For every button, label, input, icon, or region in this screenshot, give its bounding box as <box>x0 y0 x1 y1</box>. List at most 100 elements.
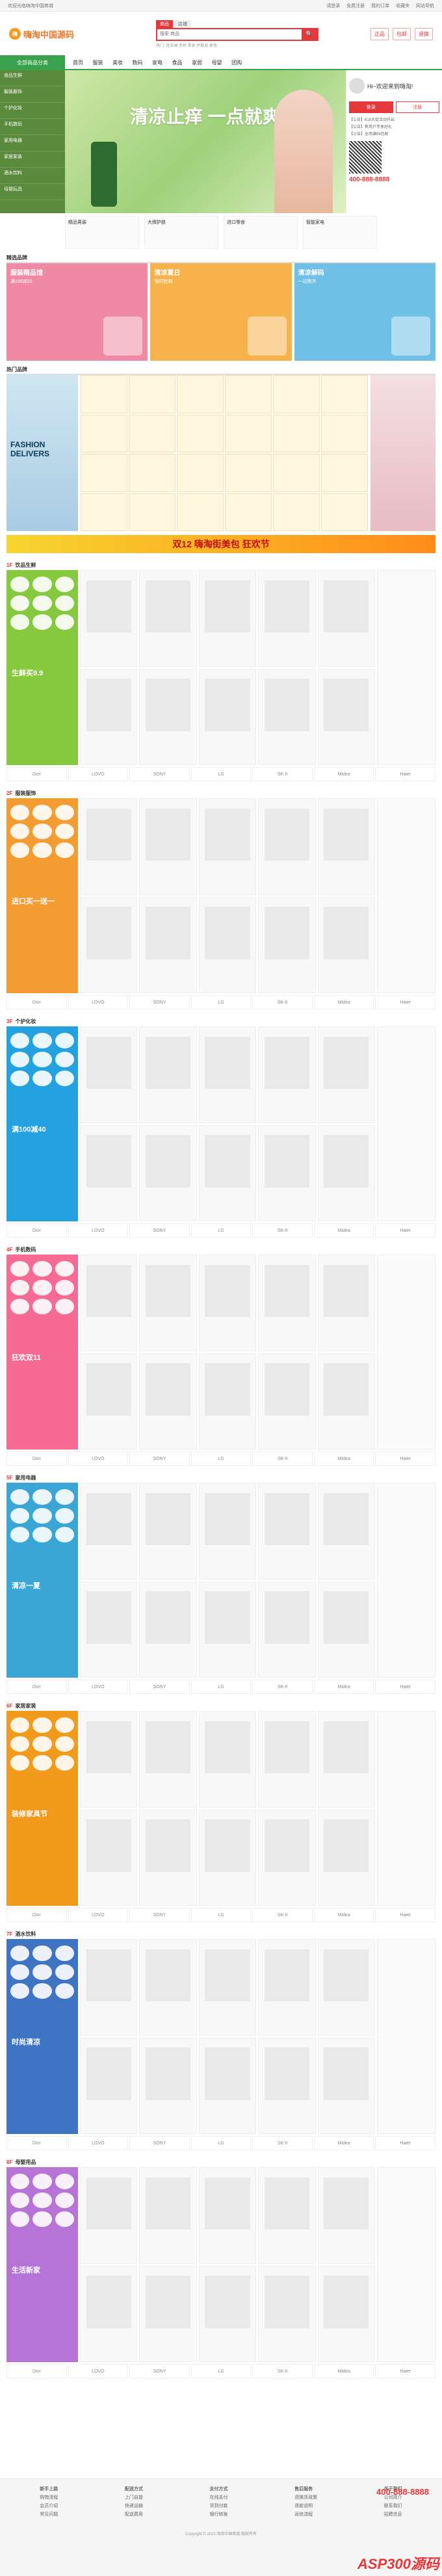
product-card[interactable] <box>317 1711 375 1808</box>
floor-side-ad[interactable] <box>377 1026 436 1221</box>
floor-name[interactable]: 服装服饰 <box>15 790 36 797</box>
product-card[interactable] <box>198 1711 257 1808</box>
product-card[interactable] <box>139 1353 197 1450</box>
product-card[interactable] <box>198 1255 257 1351</box>
category-bubble[interactable] <box>32 824 52 839</box>
category-bubble[interactable] <box>10 2192 30 2208</box>
brand-logo[interactable]: SONY <box>129 2136 190 2150</box>
product-card[interactable] <box>80 1939 138 2036</box>
product-card[interactable] <box>139 1026 197 1123</box>
site-nav-link[interactable]: 网站导航 <box>416 4 434 8</box>
category-bubble[interactable] <box>55 1508 74 1524</box>
product-card[interactable] <box>258 2037 316 2134</box>
footer-link[interactable]: 货到付款 <box>209 2503 228 2509</box>
product-card[interactable] <box>80 1255 138 1351</box>
category-bubble[interactable] <box>10 1736 30 1752</box>
category-bubble[interactable] <box>55 1945 74 1961</box>
floor-side-ad[interactable] <box>377 1255 436 1450</box>
login-button[interactable]: 登录 <box>349 101 393 113</box>
brand-cell[interactable] <box>81 493 127 531</box>
sub-hero-card[interactable]: 智能家电 <box>303 216 377 249</box>
product-card[interactable] <box>258 1353 316 1450</box>
category-bubble[interactable] <box>10 595 30 611</box>
category-bubble[interactable] <box>10 842 30 858</box>
brand-logo[interactable]: LOVO <box>68 995 129 1009</box>
category-bubble[interactable] <box>55 577 74 592</box>
floor-promo-panel[interactable]: 满100减40 <box>6 1026 78 1221</box>
brand-logo[interactable]: SK-II <box>252 1680 313 1694</box>
product-card[interactable] <box>258 668 316 765</box>
floor-promo-panel[interactable]: 生活新家 <box>6 2167 78 2362</box>
category-bubble[interactable] <box>10 1983 30 1999</box>
product-card[interactable] <box>139 1809 197 1906</box>
search-tab-shop[interactable]: 店铺 <box>174 20 191 28</box>
category-bubble[interactable] <box>10 577 30 592</box>
brand-logo[interactable]: LG <box>190 1680 252 1694</box>
category-bubble[interactable] <box>55 1527 74 1542</box>
category-bubble[interactable] <box>55 1489 74 1505</box>
product-card[interactable] <box>317 896 375 993</box>
product-card[interactable] <box>80 1353 138 1450</box>
search-tab-goods[interactable]: 商品 <box>156 20 173 28</box>
category-bubble[interactable] <box>32 1071 52 1086</box>
product-card[interactable] <box>317 570 375 667</box>
floor-side-ad[interactable] <box>377 570 436 765</box>
product-card[interactable] <box>198 2037 257 2134</box>
brand-logo[interactable]: Haier <box>375 767 436 781</box>
brand-logo[interactable]: LOVO <box>68 1680 129 1694</box>
category-bubble[interactable] <box>10 1052 30 1067</box>
all-categories-button[interactable]: 全部商品分类 <box>0 55 65 70</box>
brand-cell[interactable] <box>81 375 127 413</box>
product-card[interactable] <box>80 1026 138 1123</box>
sub-hero-card[interactable]: 大牌护肤 <box>144 216 218 249</box>
category-bubble[interactable] <box>32 1717 52 1733</box>
brand-logo[interactable]: Haier <box>375 1223 436 1238</box>
orders-link[interactable]: 我的订单 <box>371 4 389 8</box>
brand-cell[interactable] <box>177 414 224 452</box>
category-bubble[interactable] <box>10 2211 30 2227</box>
product-card[interactable] <box>139 798 197 895</box>
product-card[interactable] <box>258 1581 316 1678</box>
brand-cell[interactable] <box>81 414 127 452</box>
category-bubble[interactable] <box>10 824 30 839</box>
brand-logo[interactable]: Midea <box>313 1451 374 1466</box>
nav-item-appliance[interactable]: 家电 <box>152 60 162 66</box>
brand-logo[interactable]: LOVO <box>68 767 129 781</box>
featured-card[interactable]: 清凉解码 一站购齐 <box>294 263 436 361</box>
brand-logo[interactable]: LG <box>190 2364 252 2378</box>
category-bubble[interactable] <box>32 2211 52 2227</box>
brand-cell[interactable] <box>225 493 272 531</box>
category-bubble[interactable] <box>10 1280 30 1295</box>
category-bubble[interactable] <box>55 1736 74 1752</box>
product-card[interactable] <box>198 668 257 765</box>
category-bubble[interactable] <box>10 614 30 630</box>
featured-card[interactable]: 服装精品馆 满199减50 <box>6 263 148 361</box>
category-bubble[interactable] <box>32 1280 52 1295</box>
brand-logo[interactable]: LG <box>190 1223 252 1238</box>
product-card[interactable] <box>317 1581 375 1678</box>
product-card[interactable] <box>317 2037 375 2134</box>
product-card[interactable] <box>80 2265 138 2362</box>
product-card[interactable] <box>258 1125 316 1221</box>
brand-cell[interactable] <box>273 375 320 413</box>
footer-link[interactable]: 退换货政策 <box>294 2494 317 2501</box>
sub-hero-card[interactable]: 进口零食 <box>224 216 298 249</box>
brand-logo[interactable]: SK-II <box>252 1223 313 1238</box>
product-card[interactable] <box>258 1809 316 1906</box>
product-card[interactable] <box>198 1581 257 1678</box>
brand-logo[interactable]: SK-II <box>252 995 313 1009</box>
category-bubble[interactable] <box>55 1755 74 1771</box>
product-card[interactable] <box>198 896 257 993</box>
product-card[interactable] <box>139 1711 197 1808</box>
brand-cell[interactable] <box>273 454 320 492</box>
brand-logo[interactable]: Haier <box>375 995 436 1009</box>
brand-logo[interactable]: Midea <box>313 2136 374 2150</box>
product-card[interactable] <box>258 2167 316 2264</box>
brand-cell[interactable] <box>129 375 176 413</box>
category-bubble[interactable] <box>32 1945 52 1961</box>
news-item[interactable]: 【公告】全场满99包邮 <box>349 130 439 137</box>
nav-item-groupbuy[interactable]: 团购 <box>231 60 242 66</box>
floor-name[interactable]: 手机数码 <box>15 1246 36 1253</box>
login-link[interactable]: 请登录 <box>326 4 340 8</box>
nav-item-home-goods[interactable]: 家居 <box>192 60 202 66</box>
